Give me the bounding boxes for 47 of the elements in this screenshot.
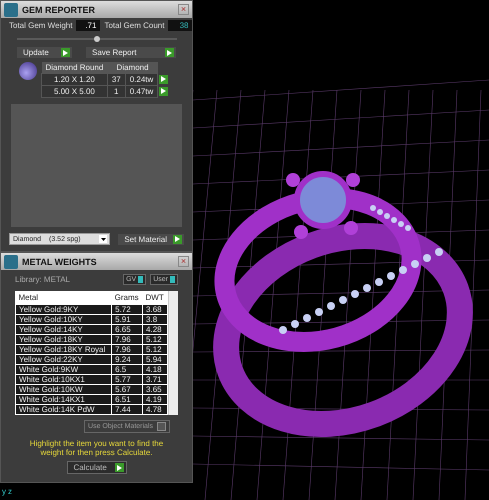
table-cell: White Gold:10KX1 — [16, 374, 112, 384]
table-cell: White Gold:14K PdW — [16, 404, 112, 414]
report-button[interactable]: Update — [17, 47, 72, 58]
play-icon — [165, 48, 174, 57]
caret-icon — [99, 235, 108, 243]
play-icon — [159, 74, 168, 84]
axis-label: z — [8, 487, 12, 496]
table-cell: White Gold:9KW — [16, 364, 112, 374]
column-header: Diamond — [107, 62, 158, 74]
table-cell: 0.24tw — [125, 74, 158, 86]
table-cell: 3.68 — [142, 304, 168, 314]
report-button[interactable]: Save Report — [86, 47, 176, 58]
total-weight-value: .71 — [76, 20, 100, 31]
table-cell: 1.20 X 1.20 — [42, 74, 108, 86]
play-icon — [159, 86, 168, 96]
table-cell: Yellow Gold:10KY — [16, 314, 112, 324]
table-cell: Yellow Gold:18KY Royal — [16, 344, 112, 354]
table-cell: Yellow Gold:22KY — [16, 354, 112, 364]
table-cell: 5.72 — [112, 304, 143, 314]
logo-icon — [4, 254, 18, 268]
table-cell: White Gold:14KX1 — [16, 394, 112, 404]
play-icon — [173, 234, 182, 244]
scroll-bar[interactable] — [168, 291, 178, 415]
play-icon — [61, 48, 70, 57]
library-label: Library: METAL — [15, 275, 71, 284]
total-count-value: 38 — [168, 20, 192, 31]
total-count-label: Total Gem Count — [104, 21, 164, 30]
panel-title: GEM REPORTER — [22, 4, 96, 14]
logo-icon — [4, 2, 18, 16]
set-material-button[interactable]: Set Material — [118, 234, 184, 244]
total-weight-label: Total Gem Weight — [9, 21, 72, 30]
table-cell: 5.00 X 5.00 — [42, 86, 108, 98]
play-icon — [114, 463, 124, 472]
table-cell: Yellow Gold:14KY — [16, 324, 112, 334]
hint-text: Highlight the item you want to find the weight for then press Calculate. — [28, 438, 164, 459]
gem-icon — [19, 62, 37, 80]
table-cell: Yellow Gold:9KY — [16, 304, 112, 314]
table-cell: White Gold:10KW — [16, 384, 112, 394]
axis-label: y — [2, 487, 6, 496]
column-header: Diamond Round — [42, 62, 108, 74]
calculate-button[interactable]: Calculate — [66, 461, 126, 474]
close-button[interactable]: × — [178, 4, 189, 15]
table-cell: Yellow Gold:18KY — [16, 334, 112, 344]
table-cell: 37 — [107, 74, 126, 86]
panel-title: METAL WEIGHTS — [22, 256, 98, 266]
splitter-handle[interactable] — [16, 35, 176, 43]
close-button[interactable]: × — [178, 256, 189, 267]
